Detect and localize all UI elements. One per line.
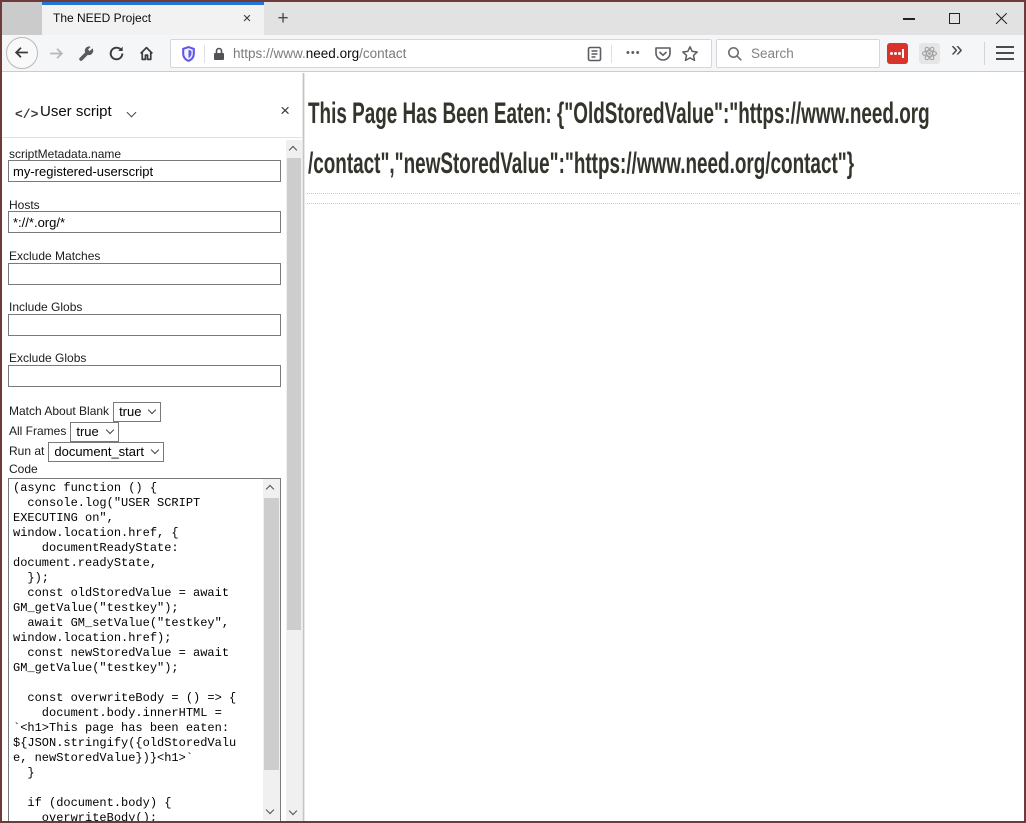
atom-icon [921,45,938,62]
new-tab-button[interactable]: + [270,6,296,32]
tab-bar: The NEED Project × + [2,2,1024,35]
search-icon [727,46,743,62]
sidebar-close-icon[interactable]: × [280,101,290,121]
select-label: Run at [9,444,44,458]
sidebar-scrollbar[interactable] [286,140,302,821]
userscript-sidebar: </> User script × scriptMetadata.name Ho… [2,73,302,821]
field-label-exclude-globs: Exclude Globs [9,351,86,365]
all-frames-select[interactable]: true [70,422,118,442]
window-controls [886,2,1024,35]
close-window-button[interactable] [978,2,1024,35]
tracking-protection-shield-icon[interactable] [180,45,197,63]
match-about-blank-row: Match About Blank true [9,400,161,422]
run-at-select[interactable]: document_start [48,442,164,462]
url-text[interactable]: https://www.need.org/contact [233,40,406,67]
minimize-button[interactable] [886,2,932,35]
scroll-down-icon[interactable] [263,803,280,820]
reload-button[interactable] [108,45,125,62]
scroll-down-icon[interactable] [286,804,302,821]
exclude-globs-input[interactable] [8,365,281,387]
titlebar-spacer [2,2,42,35]
field-label-script-name: scriptMetadata.name [9,147,121,161]
hosts-input[interactable] [8,211,281,233]
sidebar-form: scriptMetadata.name Hosts Exclude Matche… [2,139,302,821]
navigation-toolbar: https://www.need.org/contact ••• [2,35,1024,72]
field-label-code: Code [9,462,38,476]
bookmark-star-icon[interactable] [681,45,699,63]
field-label-include-globs: Include Globs [9,300,82,314]
field-label-exclude-matches: Exclude Matches [9,249,100,263]
field-label-hosts: Hosts [9,198,40,212]
code-brackets-icon: </> [15,107,38,122]
select-label: All Frames [9,424,66,438]
page-content: This Page Has Been Eaten: {"OldStoredVal… [305,73,1024,821]
scroll-up-icon[interactable] [286,140,302,157]
browser-main: </> User script × scriptMetadata.name Ho… [2,73,1024,821]
code-textarea[interactable]: (async function () { console.log("USER S… [8,478,281,821]
maximize-button[interactable] [932,2,978,35]
code-scrollbar[interactable] [263,479,280,820]
reader-mode-icon[interactable] [587,46,602,62]
lastpass-bar [902,49,904,58]
page-action-separator [611,45,612,63]
menu-bar [996,46,1014,48]
chevron-down-icon [106,426,114,434]
scroll-up-icon[interactable] [263,479,280,496]
maximize-icon [949,13,960,24]
lock-icon[interactable] [212,47,226,61]
lastpass-dot [898,52,901,55]
select-value: true [119,401,141,423]
forward-button[interactable] [48,45,65,62]
urlbar-separator [204,45,205,63]
url-path: /contact [359,46,406,61]
minimize-icon [903,18,915,20]
exclude-matches-input[interactable] [8,263,281,285]
page-actions-icon[interactable]: ••• [626,40,641,66]
url-domain: need.org [306,46,359,61]
overflow-menu-icon[interactable]: » [951,38,963,62]
sidebar-switcher-chevron-icon[interactable] [127,108,137,118]
tab-title: The NEED Project [53,2,151,35]
select-label: Match About Blank [9,404,109,418]
select-value: document_start [54,441,144,463]
sidebar-header: </> User script × [2,73,302,138]
search-bar[interactable] [716,39,880,68]
lastpass-extension-icon[interactable] [887,43,908,64]
heading-dotted-rule [307,193,1020,194]
tab-need-project[interactable]: The NEED Project × [42,2,264,35]
pocket-icon[interactable] [654,45,672,63]
page-heading-line: This Page Has Been Eaten: {"OldStoredVal… [308,89,930,139]
browser-window: The NEED Project × + [0,0,1026,823]
lastpass-dot [894,52,897,55]
back-button[interactable] [6,37,38,69]
url-bar[interactable]: https://www.need.org/contact ••• [170,39,712,68]
page-heading: This Page Has Been Eaten: {"OldStoredVal… [308,89,1026,189]
heading-dotted-rule [307,203,1020,204]
script-name-input[interactable] [8,160,281,182]
all-frames-row: All Frames true [9,420,119,442]
code-scrollbar-thumb[interactable] [264,498,279,770]
home-button[interactable] [138,45,155,62]
toolbar-separator [984,42,985,65]
chevron-down-icon [148,406,156,414]
chevron-down-icon [151,446,159,454]
lastpass-dot [890,52,893,55]
tab-close-icon[interactable]: × [237,9,257,29]
sidebar-title[interactable]: User script [40,103,112,120]
url-scheme: https://www. [233,46,306,61]
menu-bar [996,58,1014,60]
menu-bar [996,52,1014,54]
react-devtools-extension-icon[interactable] [919,43,940,64]
userscript-wrench-button[interactable] [78,45,95,62]
back-arrow-icon [13,44,30,61]
run-at-row: Run at document_start [9,440,164,462]
app-menu-button[interactable] [996,46,1014,60]
page-heading-line: /contact","newStoredValue":"https://www.… [308,139,930,189]
search-input[interactable] [751,41,871,66]
match-about-blank-select[interactable]: true [113,402,161,422]
include-globs-input[interactable] [8,314,281,336]
sidebar-scrollbar-thumb[interactable] [287,158,301,630]
